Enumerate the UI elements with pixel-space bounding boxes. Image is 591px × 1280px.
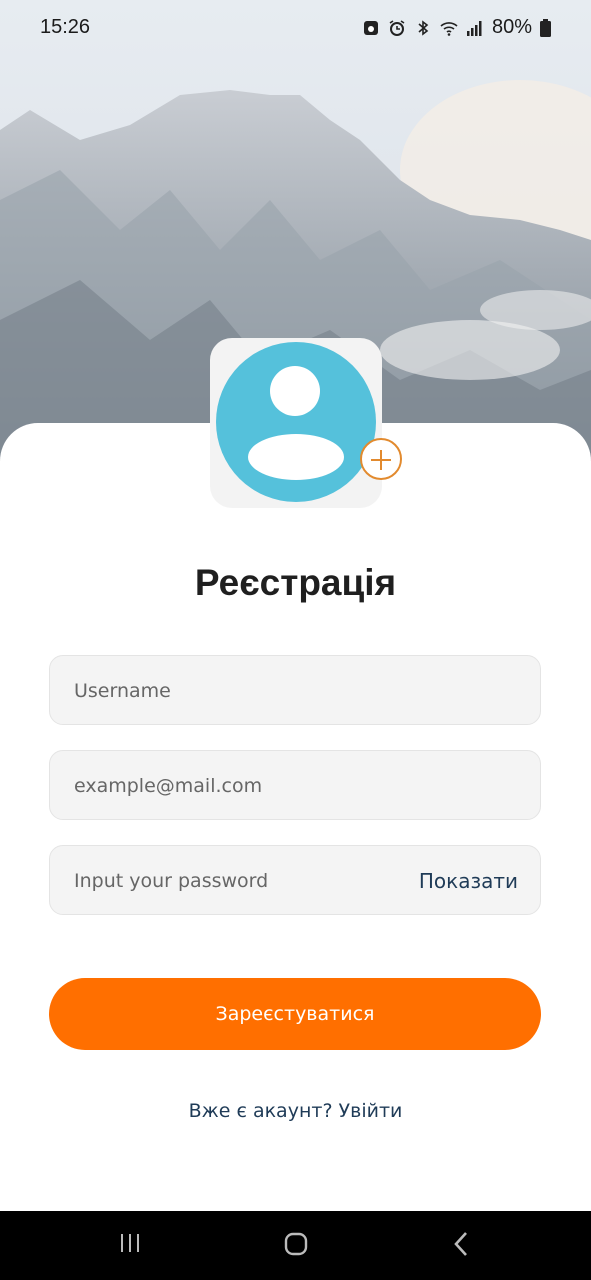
username-field[interactable] bbox=[49, 655, 541, 726]
email-input[interactable] bbox=[72, 751, 406, 821]
recent-apps-icon[interactable] bbox=[118, 1231, 142, 1255]
password-field[interactable]: Показати bbox=[49, 845, 541, 916]
show-password-button[interactable]: Показати bbox=[419, 869, 518, 893]
avatar-body bbox=[248, 434, 344, 480]
home-icon[interactable] bbox=[283, 1231, 309, 1257]
plus-circle-icon[interactable] bbox=[360, 438, 402, 480]
screenshot-icon bbox=[363, 20, 378, 35]
status-bar: 15:26 80% bbox=[0, 0, 591, 56]
navigation-bar bbox=[0, 1211, 591, 1280]
avatar-head bbox=[270, 366, 320, 416]
avatar-placeholder-icon bbox=[216, 342, 376, 502]
register-button[interactable]: Зареєстуватися bbox=[49, 978, 541, 1050]
username-input[interactable] bbox=[72, 656, 406, 726]
login-link[interactable]: Вже є акаунт? Увійти bbox=[0, 1100, 591, 1122]
email-field[interactable] bbox=[49, 750, 541, 821]
back-icon[interactable] bbox=[452, 1231, 472, 1257]
page-title: Реєстрація bbox=[194, 562, 397, 603]
password-input[interactable] bbox=[72, 846, 406, 916]
wifi-icon bbox=[440, 21, 458, 36]
alarm-icon bbox=[389, 19, 405, 36]
bluetooth-icon bbox=[418, 19, 429, 36]
battery-icon bbox=[540, 18, 551, 37]
status-time: 15:26 bbox=[40, 16, 91, 38]
signal-icon bbox=[466, 20, 482, 36]
battery-percentage: 80% bbox=[491, 16, 532, 38]
